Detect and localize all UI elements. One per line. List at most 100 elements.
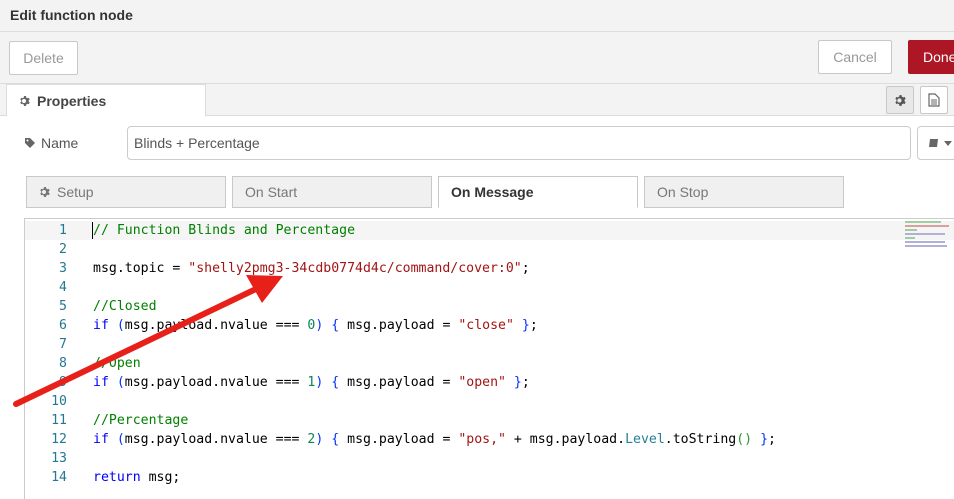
caret-down-icon xyxy=(944,140,952,146)
line-number: 4 xyxy=(59,280,67,295)
code-token: msg.payload = xyxy=(339,432,459,447)
gear-icon xyxy=(894,94,906,106)
code-token: msg.payload.nvalue === xyxy=(124,375,308,390)
code-text: if (msg.payload.nvalue === 2) { msg.payl… xyxy=(93,430,776,449)
line-number: 2 xyxy=(59,242,67,257)
code-text: if (msg.payload.nvalue === 0) { msg.payl… xyxy=(93,316,538,335)
code-line[interactable]: 4 xyxy=(25,278,954,297)
code-text: return msg; xyxy=(93,468,180,487)
line-number: 11 xyxy=(51,413,67,428)
dialog-titlebar: Edit function node xyxy=(0,0,954,32)
node-settings-button[interactable] xyxy=(886,86,914,114)
line-number: 7 xyxy=(59,337,67,352)
code-token: .toString xyxy=(664,432,737,447)
tab-on-message-label: On Message xyxy=(451,184,534,200)
tab-on-start-label: On Start xyxy=(245,184,298,200)
name-label: Name xyxy=(24,135,78,151)
code-token: msg.payload = xyxy=(339,375,459,390)
code-text: //Closed xyxy=(93,297,157,316)
code-line[interactable]: 7 xyxy=(25,335,954,354)
line-number: 3 xyxy=(59,261,67,276)
code-token: } xyxy=(521,318,530,333)
code-token: ; xyxy=(529,318,538,333)
dialog-tabs: Properties xyxy=(0,84,954,117)
code-line[interactable]: 10 xyxy=(25,392,954,411)
code-line[interactable]: 5 //Closed xyxy=(25,297,954,316)
code-token: //Percentage xyxy=(93,413,189,428)
tab-on-stop[interactable]: On Stop xyxy=(644,176,844,208)
node-description-button[interactable] xyxy=(920,86,948,114)
code-text: if (msg.payload.nvalue === 1) { msg.payl… xyxy=(93,373,530,392)
code-token: if xyxy=(93,432,109,447)
delete-button[interactable]: Delete xyxy=(9,41,78,75)
code-line[interactable]: 14 return msg; xyxy=(25,468,954,487)
code-token: msg.payload.nvalue === xyxy=(124,318,308,333)
gear-icon xyxy=(40,187,50,197)
dialog-toolbar: Delete Cancel Done xyxy=(0,32,954,84)
code-token: // Function Blinds and Percentage xyxy=(93,223,356,238)
code-token: //Open xyxy=(93,356,141,371)
code-token: } xyxy=(760,432,769,447)
line-number: 14 xyxy=(51,470,67,485)
line-number: 8 xyxy=(59,356,67,371)
tab-on-start[interactable]: On Start xyxy=(232,176,432,208)
code-token: ( xyxy=(116,318,125,333)
code-token: msg.payload.nvalue === xyxy=(124,432,308,447)
tab-setup[interactable]: Setup xyxy=(26,176,226,208)
code-token: "open" xyxy=(458,375,506,390)
line-number: 1 xyxy=(59,223,67,238)
cancel-button[interactable]: Cancel xyxy=(818,40,892,74)
code-token: ; xyxy=(768,432,776,447)
dialog-title: Edit function node xyxy=(10,7,133,23)
tab-on-message[interactable]: On Message xyxy=(438,176,638,208)
name-input[interactable]: Blinds + Percentage xyxy=(127,126,911,160)
code-token: ; xyxy=(521,375,530,390)
code-token: () xyxy=(736,432,753,447)
code-editor[interactable]: 1 // Function Blinds and Percentage 2 3 msg.… xyxy=(24,218,954,499)
book-icon xyxy=(929,138,938,147)
code-token: msg.payload = xyxy=(339,318,459,333)
tab-on-stop-label: On Stop xyxy=(657,184,709,200)
line-number: 9 xyxy=(59,375,67,390)
code-line[interactable]: 13 xyxy=(25,449,954,468)
code-token: "shelly2pmg3-34cdb0774d4c/command/cover:… xyxy=(188,261,522,276)
code-line[interactable]: 1 // Function Blinds and Percentage xyxy=(25,221,954,240)
code-token: if xyxy=(93,318,109,333)
line-number: 6 xyxy=(59,318,67,333)
code-token: ( xyxy=(116,375,125,390)
code-line[interactable]: 2 xyxy=(25,240,954,259)
code-line[interactable]: 12 if (msg.payload.nvalue === 2) { msg.pa… xyxy=(25,430,954,449)
code-minimap[interactable] xyxy=(905,221,953,257)
code-line[interactable]: 8 //Open xyxy=(25,354,954,373)
code-token: "pos," xyxy=(458,432,506,447)
code-token: msg; xyxy=(140,470,181,485)
name-row: Name Blinds + Percentage xyxy=(0,116,954,172)
code-text: // Function Blinds and Percentage xyxy=(93,221,355,240)
code-line[interactable]: 9 if (msg.payload.nvalue === 1) { msg.pay… xyxy=(25,373,954,392)
code-text: msg.topic = "shelly2pmg3-34cdb0774d4c/co… xyxy=(93,259,530,278)
tab-properties[interactable]: Properties xyxy=(6,84,206,117)
done-button[interactable]: Done xyxy=(908,40,954,74)
code-token: } xyxy=(513,375,522,390)
name-options-dropdown[interactable] xyxy=(917,126,954,160)
line-number: 13 xyxy=(51,451,67,466)
tab-setup-label: Setup xyxy=(57,184,94,200)
line-number: 5 xyxy=(59,299,67,314)
code-text: //Open xyxy=(93,354,141,373)
tag-icon xyxy=(25,138,35,148)
code-line[interactable]: 6 if (msg.payload.nvalue === 0) { msg.pay… xyxy=(25,316,954,335)
gear-icon xyxy=(20,95,30,106)
text-cursor xyxy=(92,222,93,239)
code-line[interactable]: 11 //Percentage xyxy=(25,411,954,430)
code-token: + msg.payload. xyxy=(505,432,626,447)
line-number: 12 xyxy=(51,432,67,447)
tab-properties-label: Properties xyxy=(37,92,107,109)
code-text: //Percentage xyxy=(93,411,188,430)
code-line[interactable]: 3 msg.topic = "shelly2pmg3-34cdb0774d4c/c… xyxy=(25,259,954,278)
code-token: //Closed xyxy=(93,299,157,314)
code-token: msg.topic = xyxy=(93,261,189,276)
